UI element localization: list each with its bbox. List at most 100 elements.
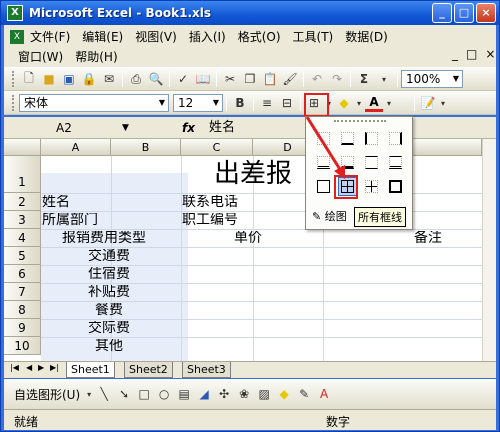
row-header-8[interactable]: 8 bbox=[4, 301, 41, 319]
cell-a3[interactable]: 所属部门 bbox=[42, 213, 98, 228]
menu-format[interactable]: 格式(O) bbox=[232, 27, 287, 47]
border-thick-box-icon[interactable] bbox=[386, 177, 405, 196]
font-color-button[interactable]: A bbox=[365, 94, 383, 112]
line-color-icon[interactable]: ✎ bbox=[295, 385, 313, 403]
chevron-down-icon[interactable]: ▾ bbox=[375, 70, 393, 88]
textbox-icon[interactable]: ▤ bbox=[175, 385, 193, 403]
font-size-select[interactable]: 12 ▼ bbox=[173, 94, 223, 112]
format-painter-icon[interactable]: 🖌 bbox=[281, 70, 299, 88]
oval-icon[interactable]: ○ bbox=[155, 385, 173, 403]
menu-data[interactable]: 数据(D) bbox=[339, 27, 394, 47]
cell-a7[interactable]: 补贴费 bbox=[88, 285, 130, 300]
zoom-select[interactable]: 100% ▼ bbox=[401, 70, 463, 88]
cell-a10[interactable]: 其他 bbox=[95, 339, 123, 354]
border-top-double-bottom-icon[interactable] bbox=[386, 153, 405, 172]
cell-a4[interactable]: 报销费用类型 bbox=[62, 231, 146, 246]
toolbar-grip[interactable] bbox=[12, 71, 15, 87]
chevron-down-icon[interactable]: ▼ bbox=[156, 95, 168, 111]
column-header-b[interactable]: B bbox=[111, 139, 181, 156]
row-header-4[interactable]: 4 bbox=[4, 229, 41, 247]
sheet-tab-2[interactable]: Sheet2 bbox=[124, 362, 173, 378]
chevron-down-icon[interactable]: ▼ bbox=[450, 71, 462, 87]
select-all-corner[interactable] bbox=[4, 139, 41, 156]
wordart-icon[interactable]: ◢ bbox=[195, 385, 213, 403]
fill-color-icon[interactable]: ◆ bbox=[335, 94, 353, 112]
prev-sheet-icon[interactable]: ◀ bbox=[26, 363, 32, 372]
menu-file[interactable]: 文件(F) bbox=[24, 27, 76, 47]
doc-restore-button[interactable]: □ bbox=[466, 47, 477, 61]
diagram-icon[interactable]: ✣ bbox=[215, 385, 233, 403]
fill-color-icon[interactable]: ◆ bbox=[275, 385, 293, 403]
menu-edit[interactable]: 编辑(E) bbox=[76, 27, 129, 47]
draw-icon[interactable]: 📝 bbox=[419, 94, 437, 112]
vertical-scrollbar[interactable] bbox=[482, 139, 496, 361]
paste-icon[interactable]: 📋 bbox=[261, 70, 279, 88]
align-center-icon[interactable]: ≡ bbox=[258, 94, 276, 112]
row-header-5[interactable]: 5 bbox=[4, 247, 41, 265]
cell-c4[interactable]: 单价 bbox=[234, 231, 262, 246]
line-icon[interactable]: ╲ bbox=[95, 385, 113, 403]
chevron-down-icon[interactable]: ▼ bbox=[210, 95, 222, 111]
close-button[interactable]: × bbox=[476, 3, 496, 23]
row-header-7[interactable]: 7 bbox=[4, 283, 41, 301]
arrow-icon[interactable]: ➘ bbox=[115, 385, 133, 403]
redo-icon[interactable]: ↷ bbox=[328, 70, 346, 88]
new-icon[interactable]: 🗋 bbox=[20, 70, 38, 88]
border-inside-icon[interactable] bbox=[362, 177, 381, 196]
permission-icon[interactable]: 🔒 bbox=[80, 70, 98, 88]
rectangle-icon[interactable]: □ bbox=[135, 385, 153, 403]
row-header-2[interactable]: 2 bbox=[4, 193, 41, 211]
formula-input[interactable]: 姓名 bbox=[209, 119, 235, 137]
autoshapes-menu[interactable]: 自选图形(U) bbox=[14, 386, 80, 403]
maximize-button[interactable]: □ bbox=[454, 3, 474, 23]
row-header-6[interactable]: 6 bbox=[4, 265, 41, 283]
spelling-icon[interactable]: ✓ bbox=[174, 70, 192, 88]
cell-a5[interactable]: 交通费 bbox=[88, 249, 130, 264]
next-sheet-icon[interactable]: ▶ bbox=[38, 363, 44, 372]
border-top-bottom-icon[interactable] bbox=[362, 153, 381, 172]
row-header-1[interactable]: 1 bbox=[4, 156, 41, 193]
border-left-icon[interactable] bbox=[362, 129, 381, 148]
menu-window[interactable]: 窗口(W) bbox=[4, 47, 69, 67]
sheet-tab-3[interactable]: Sheet3 bbox=[182, 362, 231, 378]
menu-help[interactable]: 帮助(H) bbox=[69, 47, 123, 67]
cell-c2[interactable]: 联系电话 bbox=[182, 195, 238, 210]
chevron-down-icon[interactable]: ▼ bbox=[122, 119, 129, 137]
save-icon[interactable]: ▣ bbox=[60, 70, 78, 88]
row-header-10[interactable]: 10 bbox=[4, 337, 41, 355]
border-right-icon[interactable] bbox=[386, 129, 405, 148]
last-sheet-icon[interactable]: ▶| bbox=[50, 363, 59, 372]
cell-a9[interactable]: 交际费 bbox=[88, 321, 130, 336]
email-icon[interactable]: ✉ bbox=[100, 70, 118, 88]
column-header-a[interactable]: A bbox=[41, 139, 111, 156]
excel-app-icon[interactable]: X bbox=[7, 5, 23, 21]
merge-center-icon[interactable]: ⊟ bbox=[278, 94, 296, 112]
font-select[interactable]: 宋体 ▼ bbox=[19, 94, 169, 112]
cell-f4[interactable]: 备注 bbox=[414, 231, 442, 246]
name-box[interactable]: A2 bbox=[44, 119, 134, 137]
report-title-cell[interactable]: 出差报 bbox=[214, 158, 292, 190]
menu-tools[interactable]: 工具(T) bbox=[287, 27, 340, 47]
undo-icon[interactable]: ↶ bbox=[308, 70, 326, 88]
cell-c3[interactable]: 职工编号 bbox=[182, 213, 238, 228]
minimize-button[interactable]: _ bbox=[432, 3, 452, 23]
copy-icon[interactable]: ❐ bbox=[241, 70, 259, 88]
chevron-down-icon[interactable]: ▾ bbox=[355, 94, 363, 112]
picture-icon[interactable]: ▨ bbox=[255, 385, 273, 403]
clipart-icon[interactable]: ❀ bbox=[235, 385, 253, 403]
row-header-3[interactable]: 3 bbox=[4, 211, 41, 229]
bold-button[interactable]: B bbox=[231, 94, 249, 112]
cell-a6[interactable]: 住宿费 bbox=[88, 267, 130, 282]
print-preview-icon[interactable]: 🔍 bbox=[147, 70, 165, 88]
menu-view[interactable]: 视图(V) bbox=[129, 27, 183, 47]
chevron-down-icon[interactable]: ▾ bbox=[439, 94, 447, 112]
column-header-c[interactable]: C bbox=[181, 139, 253, 156]
toolbar-grip[interactable] bbox=[12, 95, 15, 111]
print-icon[interactable]: ⎙ bbox=[127, 70, 145, 88]
sheet-tab-1[interactable]: Sheet1 bbox=[66, 362, 115, 378]
cell-a2[interactable]: 姓名 bbox=[42, 195, 70, 210]
research-icon[interactable]: 📖 bbox=[194, 70, 212, 88]
fx-icon[interactable]: fx bbox=[182, 119, 195, 137]
font-color-icon[interactable]: A bbox=[315, 385, 333, 403]
doc-icon[interactable]: X bbox=[10, 30, 24, 44]
